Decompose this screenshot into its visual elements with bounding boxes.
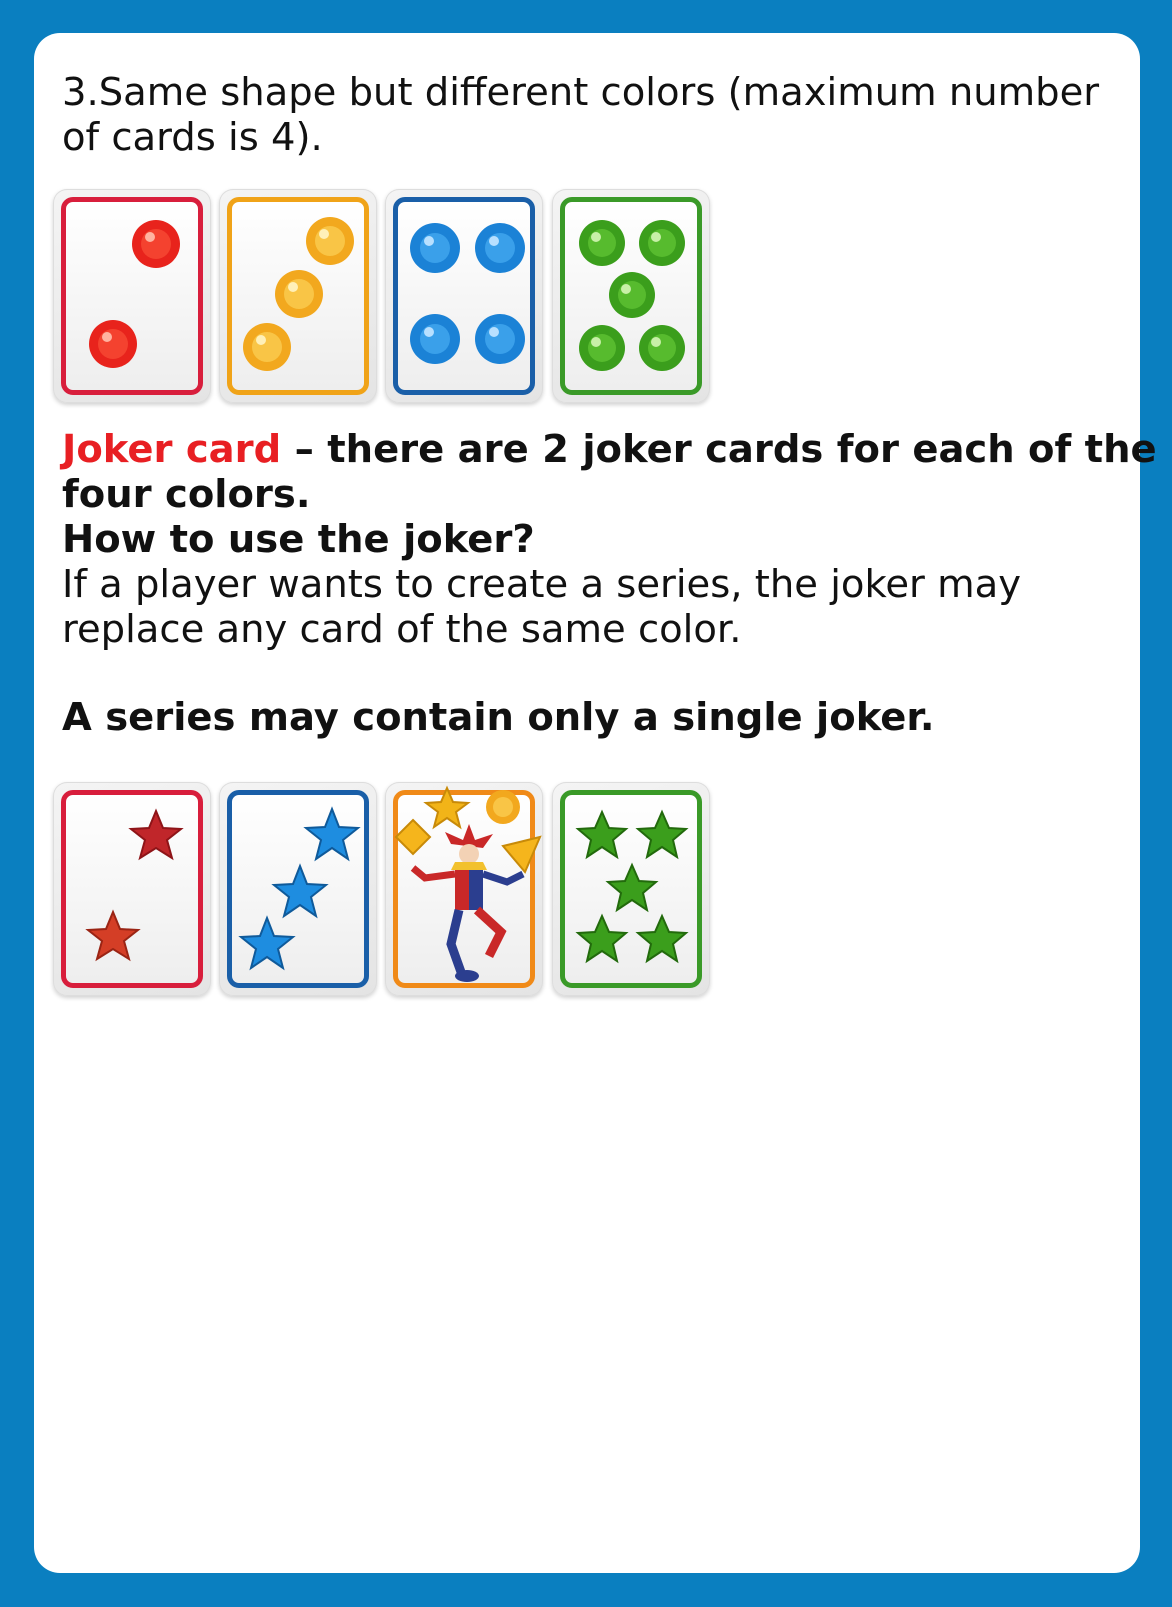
star-icon	[635, 913, 689, 964]
joker-answer-line-2: replace any card of the same color.	[62, 607, 742, 652]
star-icon	[635, 809, 689, 860]
star-icon	[303, 806, 361, 862]
gem-icon	[275, 270, 323, 318]
gem-icon	[89, 320, 137, 368]
joker-description-text: – there are 2 joker cards for each of th…	[281, 427, 1157, 472]
joker-answer-line-1: If a player wants to create a series, th…	[62, 562, 1022, 607]
star-icon	[85, 909, 141, 962]
gem-icon	[410, 314, 460, 364]
gem-icon	[639, 325, 685, 371]
joker-description-line-2: four colors.	[62, 472, 311, 517]
gem-icon	[243, 323, 291, 371]
card-orange-joker	[385, 782, 543, 996]
card-blue-4-gems	[385, 189, 543, 403]
star-icon	[238, 915, 296, 971]
joker-card-label: Joker card	[62, 427, 282, 472]
gem-icon	[609, 272, 655, 318]
star-icon	[575, 913, 629, 964]
joker-rule: A series may contain only a single joker…	[62, 695, 935, 740]
card-green-5-stars	[552, 782, 710, 996]
joker-question-heading: How to use the joker?	[62, 517, 535, 562]
card-green-5-gems	[552, 189, 710, 403]
gem-icon	[579, 325, 625, 371]
card-red-2-stars	[53, 782, 211, 996]
gem-icon	[639, 220, 685, 266]
gem-icon	[132, 220, 180, 268]
gem-icon	[475, 223, 525, 273]
rule-text-line-1: 3.Same shape but different colors (maxim…	[62, 70, 1100, 115]
gem-icon	[410, 223, 460, 273]
gem-icon	[579, 220, 625, 266]
card-blue-3-stars	[219, 782, 377, 996]
rule-text-line-2: of cards is 4).	[62, 115, 323, 160]
star-icon	[575, 809, 629, 860]
gem-icon	[475, 314, 525, 364]
joker-icon	[394, 785, 542, 982]
star-icon	[128, 808, 184, 861]
star-icon	[271, 863, 329, 919]
gem-icon	[306, 217, 354, 265]
card-orange-3-gems	[219, 189, 377, 403]
star-icon	[605, 862, 659, 913]
joker-description-line-1: Joker card – there are 2 joker cards for…	[62, 427, 1157, 473]
card-red-2-gems	[53, 189, 211, 403]
